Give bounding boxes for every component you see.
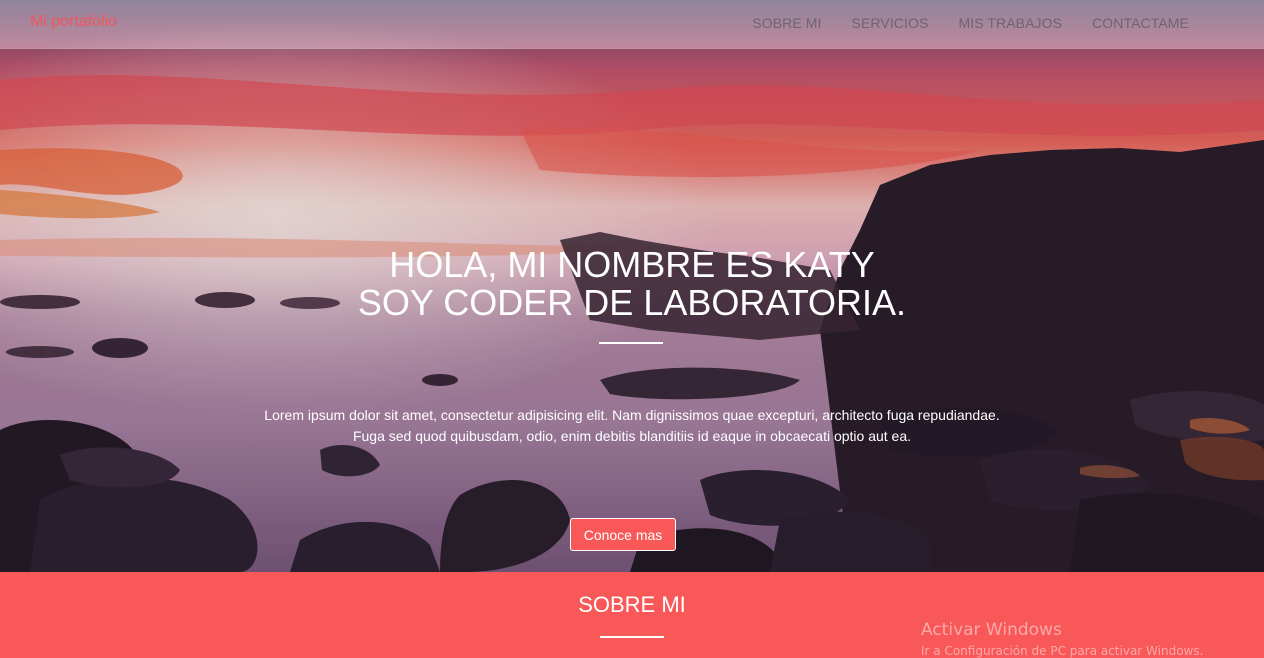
windows-activation-watermark: Activar Windows Ir a Configuración de PC… <box>921 620 1203 658</box>
nav-link-servicios[interactable]: SERVICIOS <box>852 15 929 31</box>
hero-title-line-2: SOY CODER DE LABORATORIA. <box>357 282 907 323</box>
watermark-title: Activar Windows <box>921 620 1062 640</box>
about-title: SOBRE MI <box>578 592 686 617</box>
hero-text-line-2: Fuga sed quod quibusdam, odio, enim debi… <box>352 428 912 444</box>
navbar: Mi portafolio SOBRE MI SERVICIOS MIS TRA… <box>0 0 1264 49</box>
watermark-subtitle: Ir a Configuración de PC para activar Wi… <box>921 644 1204 658</box>
hero-divider <box>599 342 663 344</box>
conoce-mas-button[interactable]: Conoce mas <box>570 518 676 551</box>
hero-title-line-1: HOLA, MI NOMBRE ES KATY <box>389 244 875 285</box>
hero-section: Mi portafolio SOBRE MI SERVICIOS MIS TRA… <box>0 0 1264 572</box>
brand-link[interactable]: Mi portafolio <box>30 13 117 31</box>
nav-links: SOBRE MI SERVICIOS MIS TRABAJOS CONTACTA… <box>752 15 1189 31</box>
about-divider <box>600 636 664 638</box>
nav-link-sobre-mi[interactable]: SOBRE MI <box>752 15 821 31</box>
nav-link-contactame[interactable]: CONTACTAME <box>1092 15 1189 31</box>
hero-text-line-1: Lorem ipsum dolor sit amet, consectetur … <box>264 407 1000 423</box>
nav-link-mis-trabajos[interactable]: MIS TRABAJOS <box>958 15 1062 31</box>
